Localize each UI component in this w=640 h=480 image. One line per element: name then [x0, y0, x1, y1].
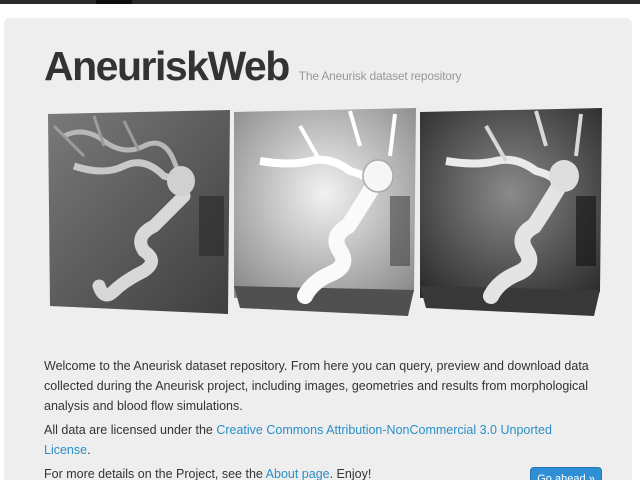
- details-prefix: For more details on the Project, see the: [44, 467, 266, 480]
- details-suffix: . Enjoy!: [329, 467, 372, 480]
- preview-images: [44, 106, 604, 330]
- navbar-active-tab[interactable]: [96, 0, 132, 4]
- go-ahead-button[interactable]: Go ahead »: [530, 467, 602, 480]
- page-title: AneuriskWeb: [44, 43, 290, 89]
- welcome-paragraph: Welcome to the Aneurisk dataset reposito…: [44, 359, 589, 413]
- intro-text: Welcome to the Aneurisk dataset reposito…: [44, 356, 596, 480]
- angiography-volume-image: [44, 106, 234, 330]
- license-suffix: .: [87, 443, 91, 457]
- details-paragraph: For more details on the Project, see the…: [44, 464, 596, 480]
- page-header: AneuriskWeb The Aneurisk dataset reposit…: [44, 43, 462, 89]
- dark-render-image: [416, 106, 606, 330]
- segmentation-render-image: [230, 106, 420, 330]
- license-prefix: All data are licensed under the: [44, 423, 217, 437]
- page-subtitle: The Aneurisk dataset repository: [298, 69, 462, 83]
- about-page-link[interactable]: About page: [266, 467, 330, 480]
- top-navbar: [0, 0, 640, 4]
- license-paragraph: All data are licensed under the Creative…: [44, 420, 596, 460]
